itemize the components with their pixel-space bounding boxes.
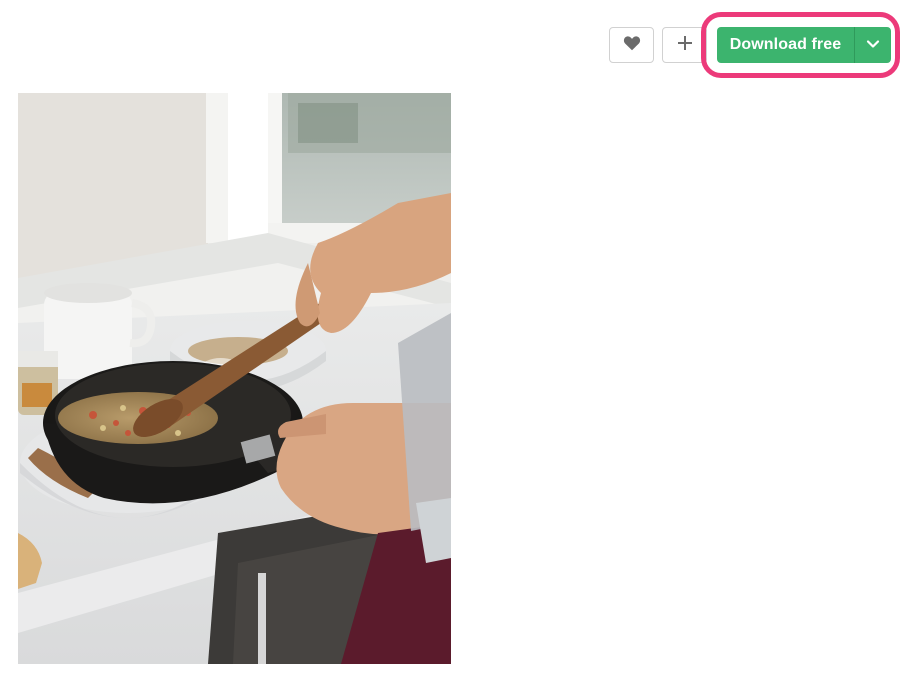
chevron-down-icon (866, 36, 880, 54)
heart-icon (623, 35, 641, 56)
photo-image[interactable] (18, 93, 451, 664)
download-free-button[interactable]: Download free (717, 27, 854, 63)
download-options-button[interactable] (855, 27, 891, 63)
like-button[interactable] (609, 27, 654, 63)
photo-actions-toolbar (609, 26, 707, 64)
photo-page: Download free (0, 0, 900, 683)
download-split-button: Download free (717, 27, 891, 63)
plus-icon (677, 35, 693, 56)
